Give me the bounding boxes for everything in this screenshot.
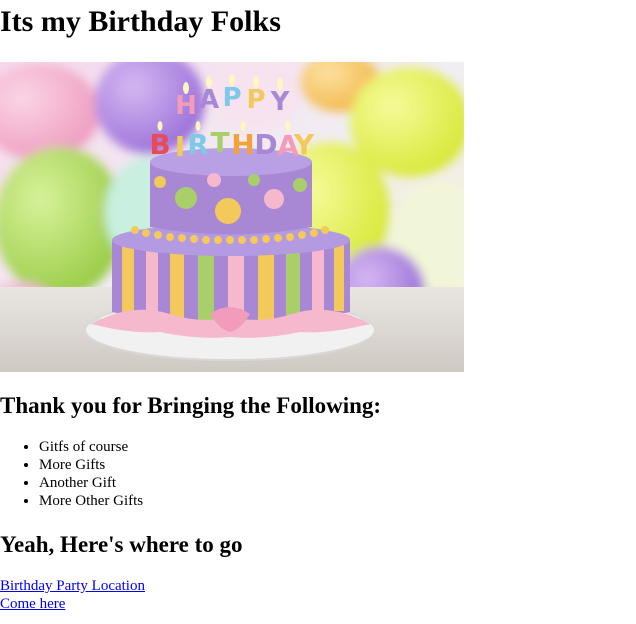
- svg-text:Y: Y: [293, 128, 315, 161]
- directions-heading: Yeah, Here's where to go: [0, 532, 243, 557]
- svg-text:P: P: [246, 85, 265, 115]
- come-here-link[interactable]: Come here: [0, 595, 65, 613]
- thanks-heading: Thank you for Bringing the Following:: [0, 393, 382, 418]
- location-links: Birthday Party Location Come here: [0, 577, 145, 613]
- list-item: More Other Gifts: [39, 492, 143, 510]
- svg-text:H: H: [231, 128, 254, 161]
- svg-text:Y: Y: [270, 87, 291, 117]
- list-item: Gitfs of course: [39, 438, 143, 456]
- svg-text:I: I: [175, 130, 185, 163]
- party-location-link[interactable]: Birthday Party Location: [0, 577, 145, 595]
- page-title: Its my Birthday Folks: [0, 5, 281, 38]
- svg-text:T: T: [210, 126, 229, 159]
- svg-text:H: H: [175, 91, 197, 121]
- svg-text:B: B: [149, 128, 170, 161]
- list-item: Another Gift: [39, 474, 143, 492]
- birthday-cake-image: H A P P Y B I R T H D A Y: [0, 62, 464, 372]
- svg-text:D: D: [254, 128, 277, 161]
- svg-text:R: R: [187, 128, 209, 161]
- svg-text:A: A: [199, 85, 219, 115]
- gift-list: Gitfs of course More Gifts Another Gift …: [0, 438, 143, 510]
- list-item: More Gifts: [39, 456, 143, 474]
- svg-text:P: P: [222, 83, 241, 113]
